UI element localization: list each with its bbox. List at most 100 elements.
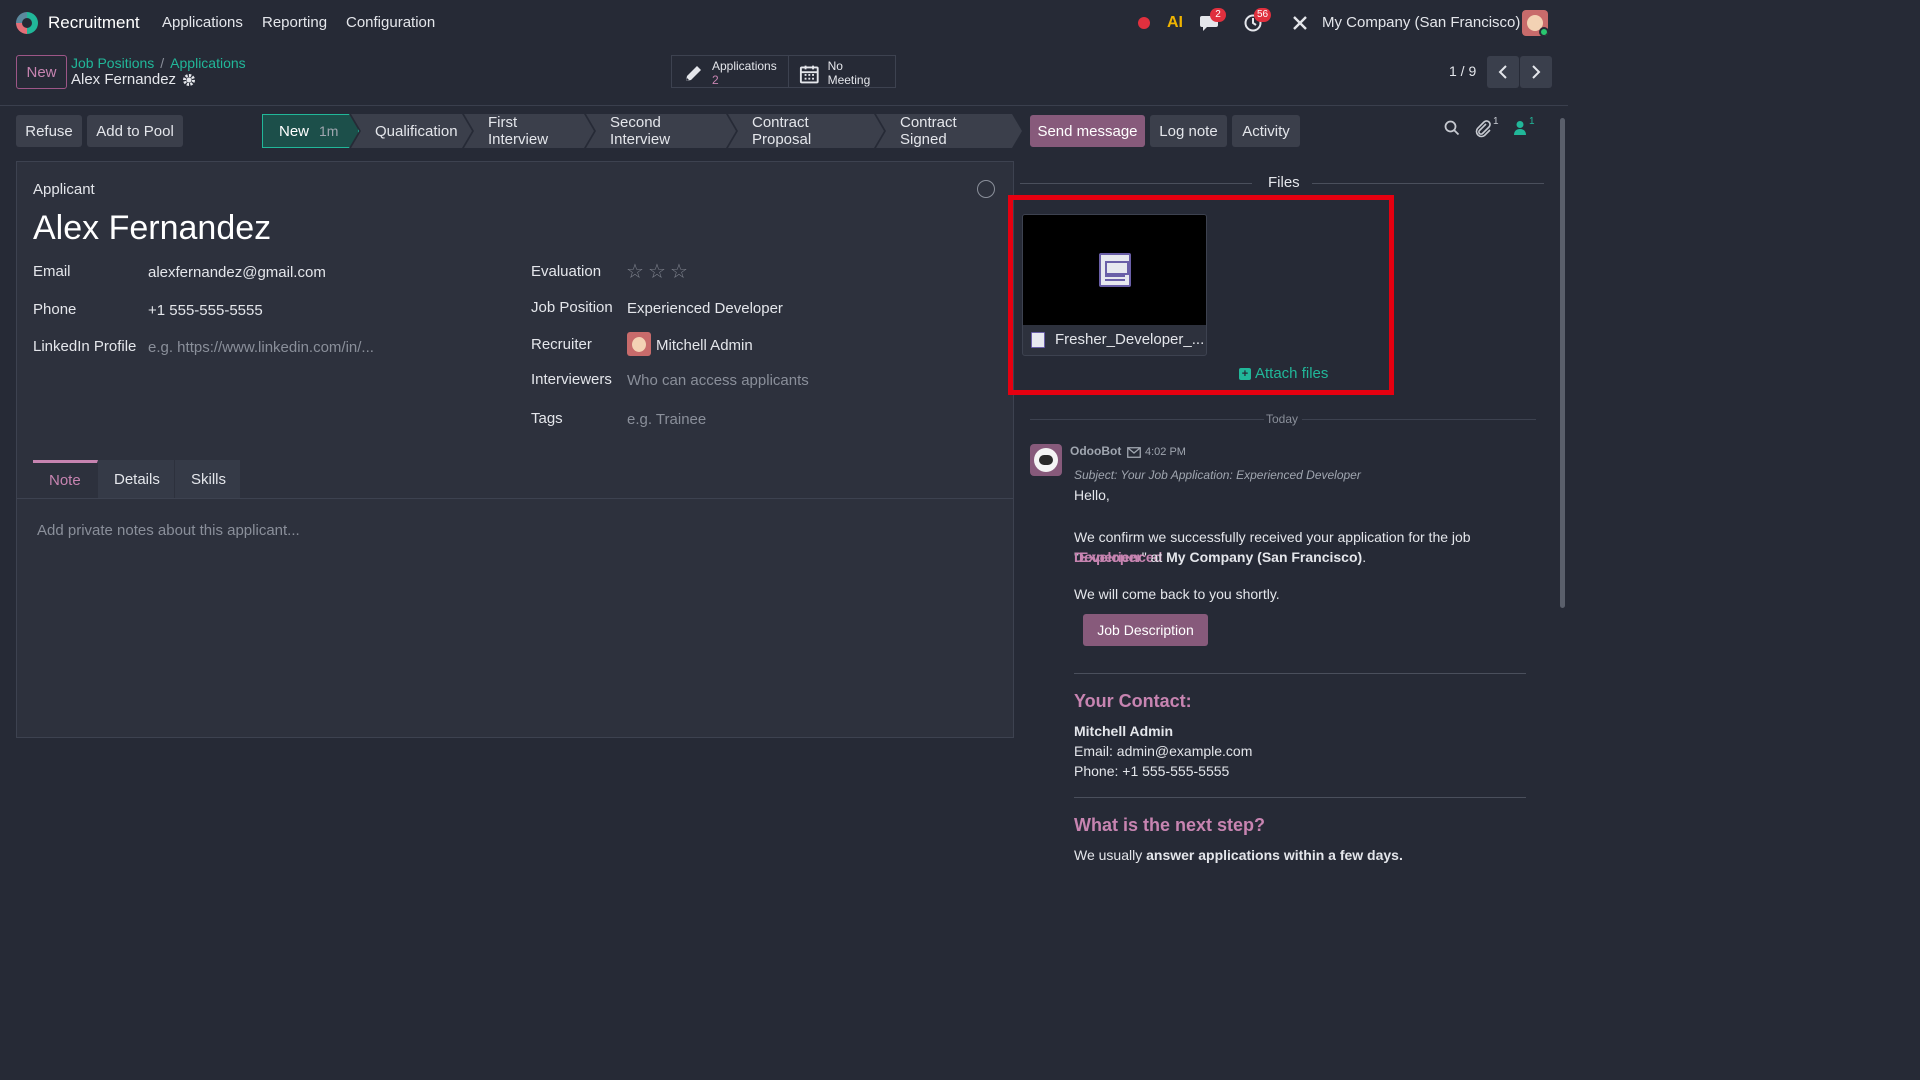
record-indicator-icon[interactable] [1136, 12, 1152, 34]
pager-value[interactable]: 1 / 9 [1449, 63, 1476, 79]
attachments-count: 1 [1493, 116, 1499, 127]
ai-icon[interactable]: AI [1164, 12, 1186, 34]
stage-contract-signed[interactable]: Contract Signed [876, 114, 1022, 148]
new-record-button[interactable]: New [16, 55, 67, 89]
activity-button[interactable]: Activity [1232, 115, 1300, 147]
pager-next-button[interactable] [1520, 56, 1552, 88]
app-name[interactable]: Recruitment [48, 13, 140, 33]
debug-tools-icon[interactable] [1290, 12, 1310, 34]
date-separator-label: Today [1266, 412, 1299, 426]
confirmation-end: . [1362, 549, 1367, 565]
log-note-button[interactable]: Log note [1150, 115, 1227, 147]
meeting-smart-button[interactable]: No Meeting [788, 55, 896, 88]
followers-count: 1 [1529, 116, 1535, 127]
message-followup: We will come back to you shortly. [1074, 586, 1280, 602]
stage-label: Qualification [375, 122, 458, 140]
refuse-button[interactable]: Refuse [16, 115, 82, 147]
pager-previous-button[interactable] [1487, 56, 1519, 88]
message-confirmation-2: Developer" at My Company (San Francisco)… [1074, 547, 1366, 567]
linkedin-field[interactable]: e.g. https://www.linkedin.com/in/... [148, 339, 374, 356]
calendar-icon [799, 65, 819, 84]
stage-label: First Interview [488, 114, 549, 148]
stage-label: Contract Signed [900, 114, 957, 148]
next-step-heading: What is the next step? [1074, 815, 1266, 835]
star-1-icon[interactable]: ☆ [626, 259, 644, 284]
note-editor[interactable]: Add private notes about this applicant..… [37, 522, 300, 539]
message-subject: Subject: Your Job Application: Experienc… [1074, 468, 1361, 482]
next-step-pre: We usually [1074, 847, 1147, 863]
form-notebook-tabs: Note Details Skills [33, 460, 241, 498]
next-step-text: We usually answer applications within a … [1074, 847, 1403, 863]
messages-badge: 2 [1210, 8, 1226, 22]
stage-first-interview[interactable]: First Interview [464, 114, 594, 148]
message-time: 4:02 PM [1145, 446, 1186, 458]
confirmation-mid: " at [1141, 549, 1167, 565]
phone-field[interactable]: +1 555-555-5555 [148, 302, 263, 319]
star-3-icon[interactable]: ☆ [670, 259, 688, 284]
tab-note[interactable]: Note [33, 460, 98, 498]
divider [1074, 673, 1526, 674]
chatter-scrollbar[interactable] [1560, 118, 1565, 608]
company-switcher[interactable]: My Company (San Francisco) [1322, 14, 1520, 31]
files-heading: Files [1268, 174, 1300, 191]
job-description-button[interactable]: Job Description [1083, 614, 1208, 646]
interviewers-field[interactable]: Who can access applicants [627, 372, 809, 389]
contact-heading: Your Contact: [1074, 691, 1192, 711]
date-separator: Today [1030, 412, 1536, 426]
menu-reporting[interactable]: Reporting [262, 14, 327, 31]
tab-skills[interactable]: Skills [175, 460, 241, 498]
stage-qualification[interactable]: Qualification [351, 114, 472, 148]
recruiter-field[interactable]: Mitchell Admin [656, 337, 753, 354]
applications-smart-label: Applications [712, 59, 777, 73]
record-title: Alex Fernandez [71, 71, 196, 88]
user-avatar[interactable] [1522, 10, 1548, 36]
tab-divider [16, 498, 1014, 499]
add-to-pool-button[interactable]: Add to Pool [87, 115, 183, 147]
messages-icon[interactable]: 2 [1198, 8, 1226, 34]
plus-icon: + [1239, 367, 1251, 380]
applications-smart-button[interactable]: Applications 2 [671, 55, 789, 88]
paperclip-icon[interactable]: 1 [1475, 116, 1499, 138]
contact-phone: Phone: +1 555-555-5555 [1074, 763, 1230, 779]
menu-configuration[interactable]: Configuration [346, 14, 435, 31]
tab-details[interactable]: Details [98, 460, 175, 498]
applicant-name[interactable]: Alex Fernandez [33, 209, 271, 248]
envelope-icon [1127, 445, 1141, 461]
star-2-icon[interactable]: ☆ [648, 259, 666, 284]
job-link-part-2[interactable]: Developer [1074, 549, 1142, 565]
chevron-right-icon [1532, 65, 1541, 79]
send-message-button[interactable]: Send message [1030, 115, 1145, 147]
app-logo-icon[interactable] [16, 12, 38, 34]
job-position-field[interactable]: Experienced Developer [627, 300, 783, 317]
attach-files-label: Attach files [1255, 365, 1329, 382]
stage-label: New [279, 122, 310, 140]
tags-field[interactable]: e.g. Trainee [627, 411, 706, 428]
divider [1074, 797, 1526, 798]
chevron-left-icon [1498, 65, 1507, 79]
gear-icon[interactable] [182, 73, 196, 87]
search-icon[interactable] [1444, 120, 1460, 141]
odoobot-avatar[interactable] [1030, 444, 1062, 476]
stage-label: Second Interview [610, 114, 671, 148]
stage-contract-proposal[interactable]: Contract Proposal [728, 114, 884, 148]
breadcrumb-applications[interactable]: Applications [170, 55, 246, 71]
files-header: Files [1020, 174, 1544, 192]
priority-toggle[interactable] [977, 180, 995, 198]
attach-files-button[interactable]: + Attach files [1239, 365, 1328, 382]
activities-badge: 56 [1254, 8, 1272, 22]
job-position-label: Job Position [531, 299, 613, 316]
email-field[interactable]: alexfernandez@gmail.com [148, 264, 326, 281]
menu-applications[interactable]: Applications [162, 14, 243, 31]
followers-icon[interactable]: 1 [1513, 116, 1535, 136]
recruiter-avatar [627, 332, 651, 356]
applicant-section-label: Applicant [33, 181, 95, 198]
next-step-bold: answer applications within a few days. [1146, 847, 1403, 863]
phone-label: Phone [33, 301, 77, 318]
stage-new[interactable]: New 1m [262, 114, 359, 148]
breadcrumb-job-positions[interactable]: Job Positions [71, 55, 154, 71]
activities-icon[interactable]: 56 [1242, 8, 1272, 34]
record-title-text: Alex Fernandez [71, 71, 177, 88]
stage-second-interview[interactable]: Second Interview [586, 114, 736, 148]
message-author[interactable]: OdooBot [1070, 444, 1121, 458]
applications-smart-count: 2 [712, 73, 719, 87]
